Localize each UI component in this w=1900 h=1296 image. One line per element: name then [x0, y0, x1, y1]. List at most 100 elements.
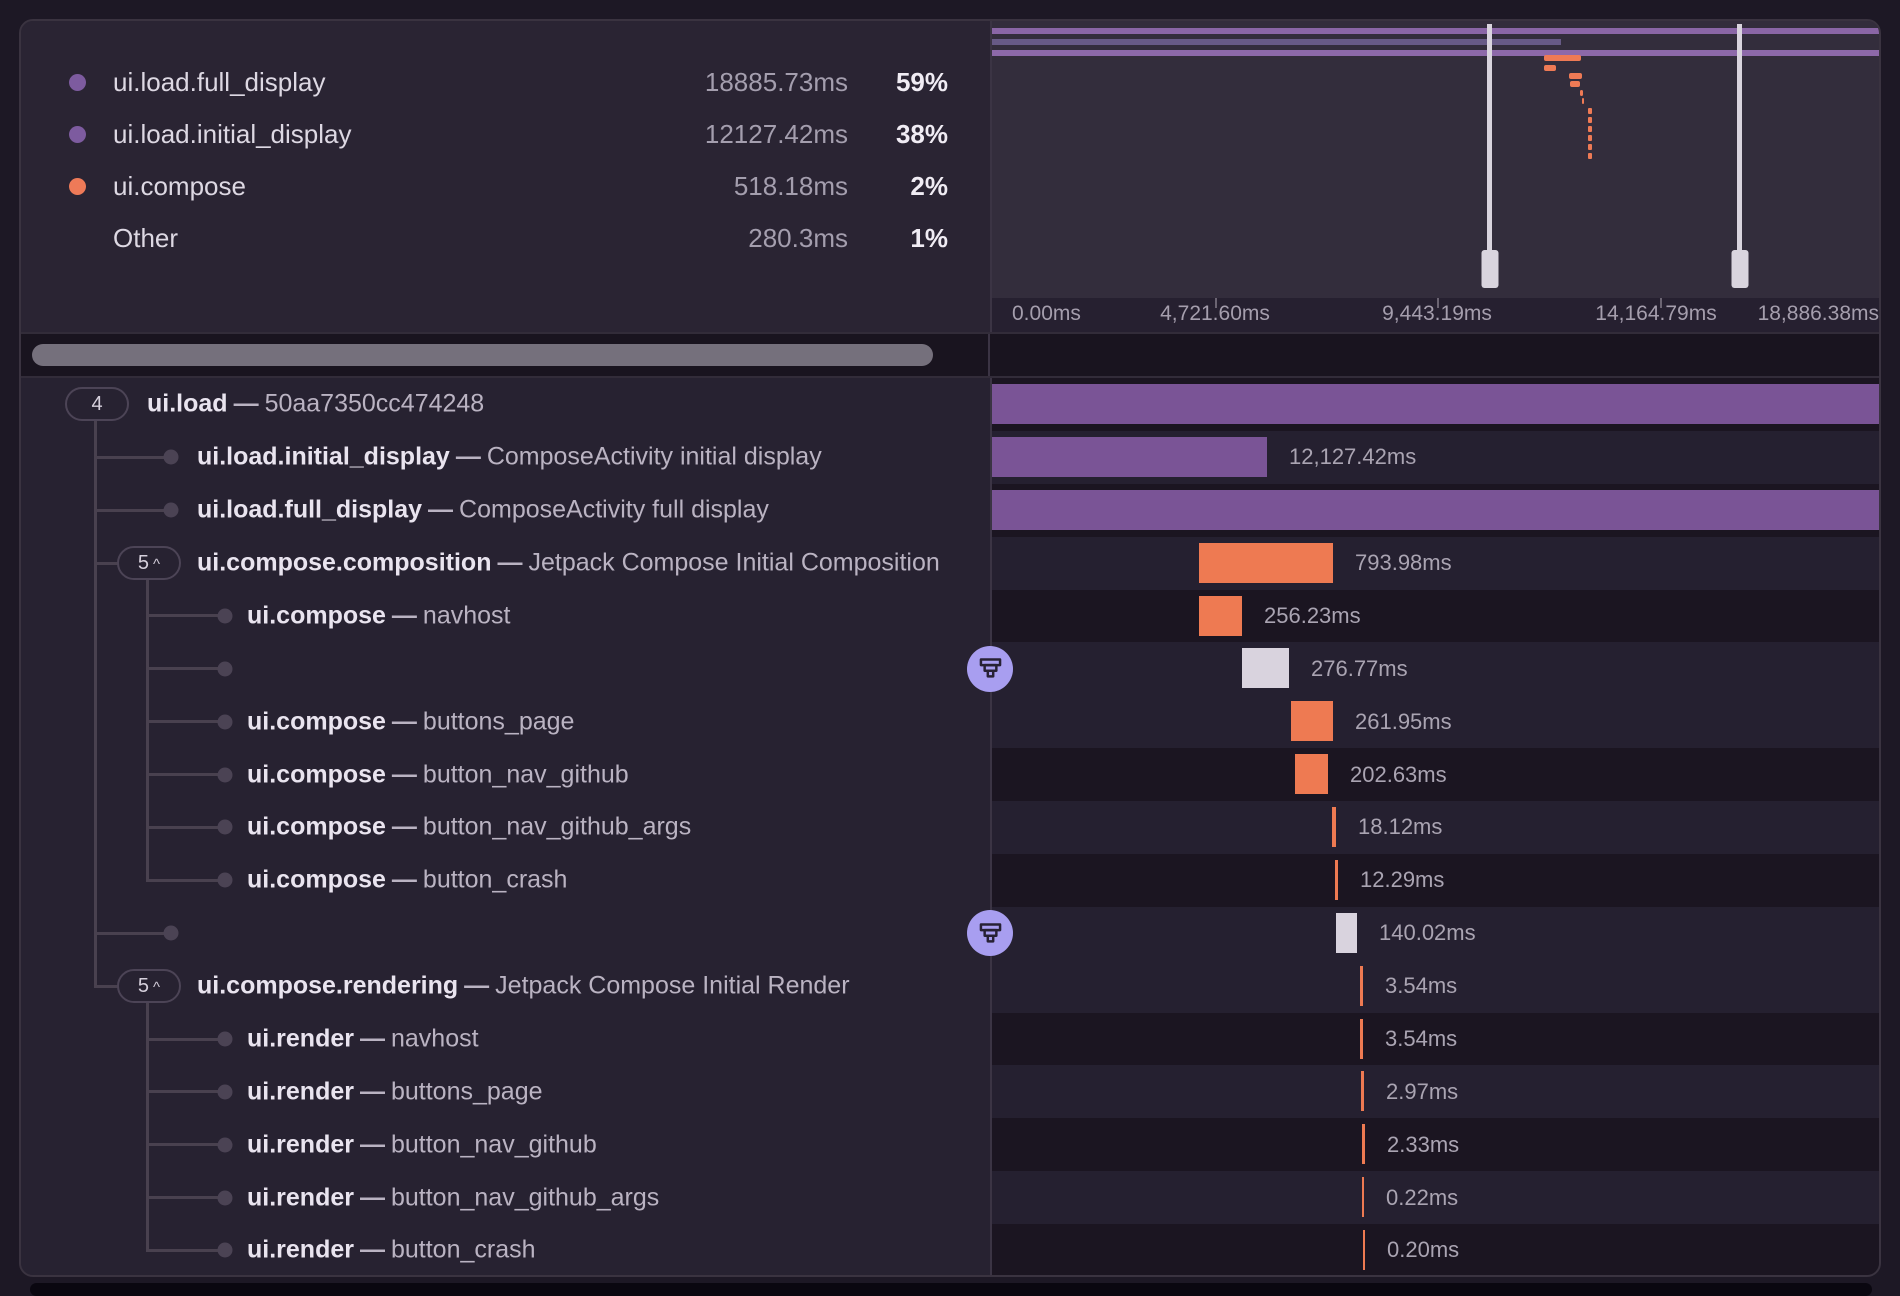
duration-label: 2.33ms — [1387, 1132, 1459, 1158]
span-row-ui.compose.composition[interactable]: 5^ui.compose.composition—Jetpack Compose… — [21, 537, 1879, 590]
legend-span-name: Other — [113, 223, 518, 254]
minimap-viewport-handle-right[interactable] — [1737, 24, 1742, 250]
legend-row-ui.load.initial_display[interactable]: ui.load.initial_display12127.42ms38% — [21, 108, 990, 160]
minimap-compose-span-bar — [1544, 55, 1581, 61]
separator: — — [354, 1236, 391, 1264]
bar-lane[interactable]: 18.12ms — [990, 801, 1879, 854]
duration-bar[interactable] — [1361, 1071, 1364, 1111]
duration-bar[interactable] — [992, 384, 1881, 424]
duration-bar[interactable] — [1199, 596, 1242, 636]
minimap-handle-grip[interactable] — [1481, 250, 1498, 288]
profile-icon[interactable] — [967, 646, 1013, 692]
bar-lane[interactable] — [990, 484, 1879, 537]
span-row-ui.render[interactable]: ui.render—button_crash0.20ms — [21, 1224, 1879, 1277]
duration-bar[interactable] — [1295, 754, 1328, 794]
legend-percent: 2% — [848, 171, 990, 202]
span-description: navhost — [391, 1024, 479, 1052]
bar-lane[interactable]: 0.22ms — [990, 1171, 1879, 1224]
separator: — — [228, 390, 265, 418]
duration-label: 276.77ms — [1311, 656, 1408, 682]
legend-color-dot — [69, 74, 86, 91]
minimap-render-span-dash — [1588, 153, 1592, 159]
minimap-chart[interactable] — [992, 21, 1879, 298]
duration-bar[interactable] — [992, 437, 1267, 477]
span-row-ui.load.full_display[interactable]: ui.load.full_display—ComposeActivity ful… — [21, 484, 1879, 537]
span-row-unnamed[interactable]: 276.77ms — [21, 642, 1879, 695]
span-row-ui.load[interactable]: 4ui.load—50aa7350cc474248 — [21, 378, 1879, 431]
span-row-ui.compose[interactable]: ui.compose—button_crash12.29ms — [21, 854, 1879, 907]
span-row-ui.render[interactable]: ui.render—button_nav_github2.33ms — [21, 1118, 1879, 1171]
span-row-ui.compose[interactable]: ui.compose—buttons_page261.95ms — [21, 695, 1879, 748]
span-row-ui.render[interactable]: ui.render—button_nav_github_args0.22ms — [21, 1171, 1879, 1224]
span-row-ui.compose.rendering[interactable]: 5^ui.compose.rendering—Jetpack Compose I… — [21, 960, 1879, 1013]
tree-horizontal-scrollbar-thumb[interactable] — [32, 344, 933, 366]
duration-bar[interactable] — [1199, 543, 1333, 583]
legend-row-ui.load.full_display[interactable]: ui.load.full_display18885.73ms59% — [21, 56, 990, 108]
bar-lane[interactable]: 3.54ms — [990, 960, 1879, 1013]
span-row-unnamed[interactable]: 140.02ms — [21, 907, 1879, 960]
duration-label: 12.29ms — [1360, 867, 1444, 893]
legend-span-name: ui.compose — [113, 171, 518, 202]
span-op: ui.compose — [247, 760, 386, 788]
bar-lane[interactable] — [990, 378, 1879, 431]
minimap-viewport-handle-left[interactable] — [1487, 24, 1492, 250]
badge-count: 4 — [91, 393, 102, 416]
duration-bar[interactable] — [1336, 913, 1357, 953]
bar-lane[interactable]: 2.33ms — [990, 1118, 1879, 1171]
tree-connector-line — [95, 456, 171, 459]
span-children-count-badge[interactable]: 5^ — [117, 969, 181, 1003]
bar-lane[interactable]: 12.29ms — [990, 854, 1879, 907]
span-row-ui.compose[interactable]: ui.compose—button_nav_github202.63ms — [21, 748, 1879, 801]
tree-connector-line — [147, 879, 225, 882]
span-row-ui.render[interactable]: ui.render—buttons_page 2.97ms — [21, 1065, 1879, 1118]
span-label: ui.render—buttons_page — [247, 1077, 543, 1106]
duration-bar[interactable] — [1363, 1230, 1365, 1270]
minimap-compose-span-bar — [1544, 65, 1556, 71]
duration-bar[interactable] — [992, 490, 1881, 530]
profile-icon[interactable] — [967, 910, 1013, 956]
span-description: buttons_page — [391, 1077, 543, 1105]
tree-connector-dot — [218, 1084, 233, 1099]
legend-span-name: ui.load.initial_display — [113, 119, 518, 150]
bar-lane[interactable]: 276.77ms — [990, 642, 1879, 695]
collapse-caret-icon: ^ — [153, 556, 160, 573]
tree-connector-line — [95, 985, 119, 988]
separator: — — [354, 1077, 391, 1105]
duration-bar[interactable] — [1335, 860, 1338, 900]
duration-bar[interactable] — [1362, 1124, 1365, 1164]
duration-bar[interactable] — [1291, 701, 1333, 741]
bar-lane[interactable]: 202.63ms — [990, 748, 1879, 801]
tree-connector-dot — [218, 1031, 233, 1046]
span-row-ui.load.initial_display[interactable]: ui.load.initial_display—ComposeActivity … — [21, 431, 1879, 484]
span-children-count-badge[interactable]: 5^ — [117, 546, 181, 580]
bar-lane[interactable]: 2.97ms — [990, 1065, 1879, 1118]
duration-bar[interactable] — [1242, 648, 1289, 688]
minimap-compose-span-bar — [1582, 98, 1584, 104]
span-op: ui.render — [247, 1024, 354, 1052]
separator: — — [354, 1024, 391, 1052]
bar-lane[interactable]: 261.95ms — [990, 695, 1879, 748]
bottom-scrollbar[interactable] — [30, 1283, 1872, 1296]
span-children-count-badge[interactable]: 4 — [65, 387, 129, 421]
span-row-ui.compose[interactable]: ui.compose—navhost256.23ms — [21, 590, 1879, 643]
legend-row-Other[interactable]: Other280.3ms1% — [21, 212, 990, 264]
duration-label: 0.20ms — [1387, 1237, 1459, 1263]
bar-lane[interactable]: 140.02ms — [990, 907, 1879, 960]
minimap-handle-grip[interactable] — [1731, 250, 1748, 288]
duration-bar[interactable] — [1362, 1177, 1364, 1217]
bar-lane[interactable]: 256.23ms — [990, 590, 1879, 643]
bar-lane[interactable]: 12,127.42ms — [990, 431, 1879, 484]
bar-lane[interactable]: 793.98ms — [990, 537, 1879, 590]
span-row-ui.render[interactable]: ui.render—navhost 3.54ms — [21, 1013, 1879, 1066]
span-description: buttons_page — [423, 707, 575, 735]
bar-lane[interactable]: 0.20ms — [990, 1224, 1879, 1277]
legend-duration: 12127.42ms — [518, 119, 848, 150]
duration-bar[interactable] — [1360, 1019, 1363, 1059]
bar-lane[interactable]: 3.54ms — [990, 1013, 1879, 1066]
duration-bar[interactable] — [1360, 966, 1363, 1006]
separator: — — [450, 443, 487, 471]
duration-bar[interactable] — [1332, 807, 1336, 847]
legend-row-ui.compose[interactable]: ui.compose518.18ms2% — [21, 160, 990, 212]
span-row-ui.compose[interactable]: ui.compose—button_nav_github_args18.12ms — [21, 801, 1879, 854]
minimap-render-span-dash — [1588, 135, 1592, 141]
